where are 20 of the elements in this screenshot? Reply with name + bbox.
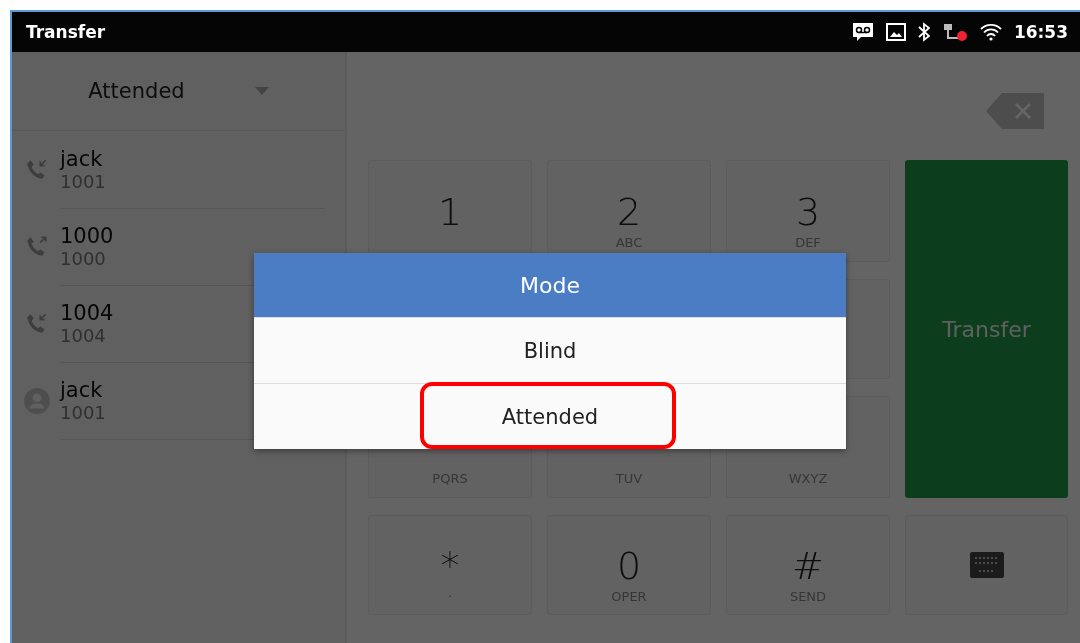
dropdown-caret-icon <box>254 87 269 95</box>
dial-key[interactable]: * · <box>368 515 532 615</box>
backspace-icon[interactable] <box>986 93 1044 129</box>
wifi-icon <box>979 23 1002 41</box>
keyboard-icon <box>969 552 1004 578</box>
contact-name: 1004 <box>60 300 115 325</box>
contact-name: jack <box>60 146 104 171</box>
image-icon <box>885 23 906 41</box>
clock-time: 16:53 <box>1013 22 1068 42</box>
transfer-button[interactable]: Transfer <box>905 160 1068 498</box>
keyboard-button[interactable] <box>905 515 1068 615</box>
mode-dropdown[interactable]: Attended <box>12 52 345 131</box>
network-icon <box>941 22 968 42</box>
voicemail-icon <box>851 22 874 42</box>
dialog-title: Mode <box>254 253 846 317</box>
bluetooth-icon <box>917 22 930 42</box>
screen-title: Transfer <box>26 22 107 42</box>
contact-name: jack <box>60 377 104 402</box>
mode-option[interactable]: Blind <box>523 338 577 363</box>
contact-name: 1000 <box>60 223 115 248</box>
